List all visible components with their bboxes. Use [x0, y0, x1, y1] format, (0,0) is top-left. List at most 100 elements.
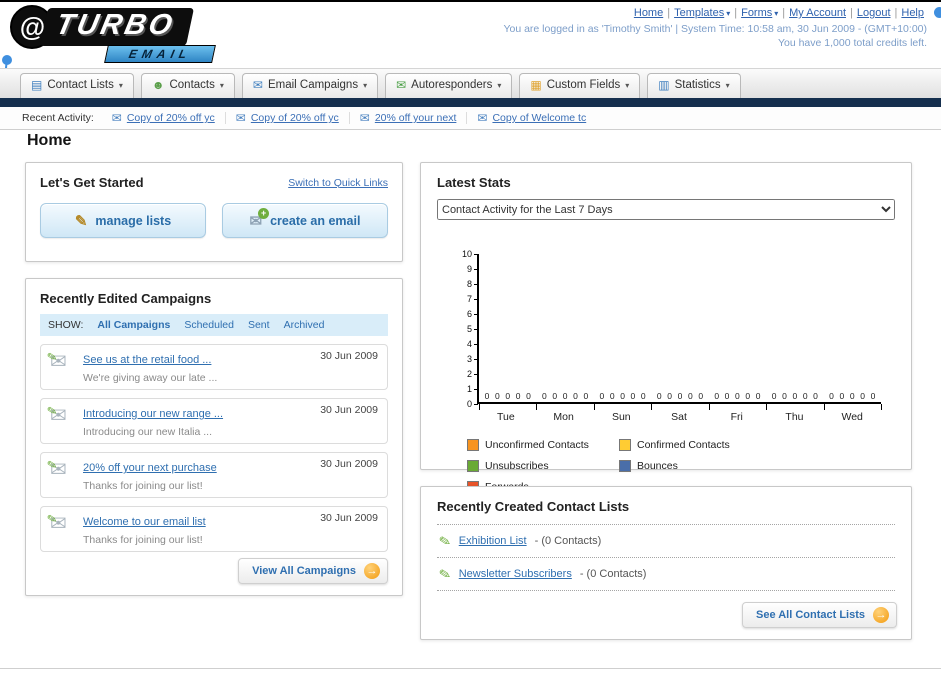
y-axis-label: 5: [467, 324, 479, 334]
recent-activity-link[interactable]: 20% off your next: [375, 112, 457, 124]
view-all-campaigns-button[interactable]: View All Campaigns →: [238, 558, 388, 584]
y-axis-label: 1: [467, 384, 479, 394]
chevron-down-icon: ▾: [726, 9, 731, 18]
create-email-label: create an email: [270, 213, 361, 228]
show-label: SHOW:: [48, 319, 84, 331]
tab-email-campaigns[interactable]: ✉ Email Campaigns ▾: [241, 73, 379, 98]
campaign-date: 30 Jun 2009: [320, 458, 378, 470]
filter-scheduled[interactable]: Scheduled: [184, 319, 234, 331]
get-started-panel: Let's Get Started Switch to Quick Links …: [25, 162, 403, 262]
see-all-contact-lists-button[interactable]: See All Contact Lists →: [741, 602, 897, 628]
recent-activity-link[interactable]: Copy of 20% off yc: [251, 112, 339, 124]
campaign-row[interactable]: ✉ ✎ See us at the retail food ... We're giv…: [40, 344, 388, 390]
legend-item: Unconfirmed Contacts: [467, 439, 619, 451]
tab-contact-lists[interactable]: ▤ Contact Lists ▾: [20, 73, 134, 98]
recent-activity-item[interactable]: ✉ Copy of Welcome tc: [466, 112, 596, 124]
y-axis-label: 9: [467, 264, 479, 274]
see-all-contact-lists-label: See All Contact Lists: [755, 609, 865, 621]
top-nav: Home | Templates ▾ | Forms ▾ | My Account | Logout…: [503, 7, 927, 19]
data-value: 0: [698, 391, 704, 401]
campaign-filter-bar: SHOW: All Campaigns Scheduled Sent Archived: [40, 314, 388, 336]
x-axis-tick: [593, 404, 595, 410]
tab-custom-fields[interactable]: ▦ Custom Fields ▾: [519, 73, 641, 98]
data-value: 0: [771, 391, 777, 401]
bar-group: 00000: [651, 391, 708, 401]
filter-sent[interactable]: Sent: [248, 319, 270, 331]
logo-subtext: EMAIL: [104, 45, 217, 63]
separator: |: [734, 7, 738, 19]
top-link-my-account[interactable]: My Account: [789, 7, 846, 19]
data-value: 0: [609, 391, 615, 401]
campaign-title-link[interactable]: Introducing our new range ...: [83, 408, 223, 420]
legend-swatch: [467, 439, 479, 451]
logo-row: @ TURBO: [10, 5, 195, 49]
recent-activity-item[interactable]: ✉ 20% off your next: [348, 112, 467, 124]
custom-fields-icon: ▦: [530, 78, 542, 92]
campaign-date: 30 Jun 2009: [320, 350, 378, 362]
tab-contacts[interactable]: ☻ Contacts ▾: [140, 73, 235, 98]
campaign-title-link[interactable]: 20% off your next purchase: [83, 462, 217, 474]
chevron-down-icon: ▾: [219, 80, 224, 90]
recent-campaigns-title: Recently Edited Campaigns: [40, 291, 212, 306]
campaign-subtitle: Thanks for joining our list!: [83, 534, 203, 546]
chart-legend: Unconfirmed Contacts Confirmed Contacts Un…: [467, 439, 895, 493]
recent-activity-link[interactable]: Copy of 20% off yc: [127, 112, 215, 124]
x-axis-tick: [651, 404, 653, 410]
campaign-title-link[interactable]: See us at the retail food ...: [83, 354, 211, 366]
recent-activity-item[interactable]: ✉ Copy of 20% off yc: [102, 112, 225, 124]
x-axis-tick: [536, 404, 538, 410]
pencil-icon: ✎: [45, 349, 59, 365]
campaign-row[interactable]: ✉ ✎ 20% off your next purchase Thanks for j…: [40, 452, 388, 498]
top-link-help[interactable]: Help: [901, 7, 924, 19]
data-value: 0: [839, 391, 845, 401]
legend-item: Unsubscribes: [467, 460, 619, 472]
envelope-icon: ✉: [111, 111, 122, 125]
contact-lists-icon: ▤: [31, 78, 43, 92]
recent-activity-item[interactable]: ✉ Copy of 20% off yc: [224, 111, 349, 125]
data-value: 0: [792, 391, 798, 401]
top-link-templates[interactable]: Templates ▾: [674, 7, 730, 19]
campaign-envelope-icon: ✉ ✎: [46, 349, 74, 384]
create-email-button[interactable]: ✉ + create an email: [222, 203, 388, 238]
get-started-title: Let's Get Started: [40, 175, 144, 190]
contact-list-link[interactable]: Exhibition List: [459, 535, 527, 547]
campaign-title-link[interactable]: Welcome to our email list: [83, 516, 206, 528]
turbo-email-logo: @ TURBO EMAIL: [10, 5, 217, 63]
contacts-icon: ☻: [151, 78, 165, 92]
tab-statistics[interactable]: ▥ Statistics ▾: [647, 73, 741, 98]
top-link-home[interactable]: Home: [634, 7, 663, 19]
x-axis-tick: [479, 404, 480, 410]
campaign-row[interactable]: ✉ ✎ Welcome to our email list Thanks for jo…: [40, 506, 388, 552]
pencil-icon: ✎: [437, 531, 453, 551]
campaign-date: 30 Jun 2009: [320, 512, 378, 524]
arrow-right-icon: →: [364, 563, 380, 579]
envelope-icon: ✉: [235, 111, 246, 125]
pencil-icon: ✎: [437, 564, 453, 584]
filter-archived[interactable]: Archived: [284, 319, 325, 331]
data-value: 0: [724, 391, 730, 401]
chevron-down-icon: ▾: [118, 80, 123, 90]
chevron-down-icon: ▾: [774, 9, 779, 18]
top-link-forms[interactable]: Forms ▾: [741, 7, 778, 19]
top-link-logout[interactable]: Logout: [857, 7, 891, 19]
campaign-row[interactable]: ✉ ✎ Introducing our new range ... Introduci…: [40, 398, 388, 444]
switch-quick-links[interactable]: Switch to Quick Links: [288, 177, 388, 189]
manage-lists-button[interactable]: ✎ manage lists: [40, 203, 206, 238]
contact-list-row[interactable]: ✎ Exhibition List - (0 Contacts): [437, 525, 895, 558]
data-value: 0: [870, 391, 876, 401]
filter-all-campaigns[interactable]: All Campaigns: [97, 319, 170, 331]
y-axis-label: 8: [467, 279, 479, 289]
contact-list-link[interactable]: Newsletter Subscribers: [459, 568, 572, 580]
y-axis-label: 0: [467, 399, 479, 409]
recent-activity-link[interactable]: Copy of Welcome tc: [492, 112, 586, 124]
campaign-date: 30 Jun 2009: [320, 404, 378, 416]
tab-label: Custom Fields: [546, 79, 621, 91]
data-value: 0: [552, 391, 558, 401]
legend-label: Confirmed Contacts: [637, 439, 730, 451]
tab-autoresponders[interactable]: ✉ Autoresponders ▾: [385, 73, 513, 98]
x-axis-tick: [766, 404, 768, 410]
contact-activity-chart: 10 9 8 7 6 5 4 3 2 1 0 0 0 0 0 0 0 0 0 0 0 0 0 0 0 0 0 0 0 0 0 0 0 0 0 0 0 0 0…: [462, 249, 882, 410]
y-axis-label: 3: [467, 354, 479, 364]
stats-range-select[interactable]: Contact Activity for the Last 7 Days: [437, 199, 895, 220]
contact-list-row[interactable]: ✎ Newsletter Subscribers - (0 Contacts): [437, 558, 895, 591]
